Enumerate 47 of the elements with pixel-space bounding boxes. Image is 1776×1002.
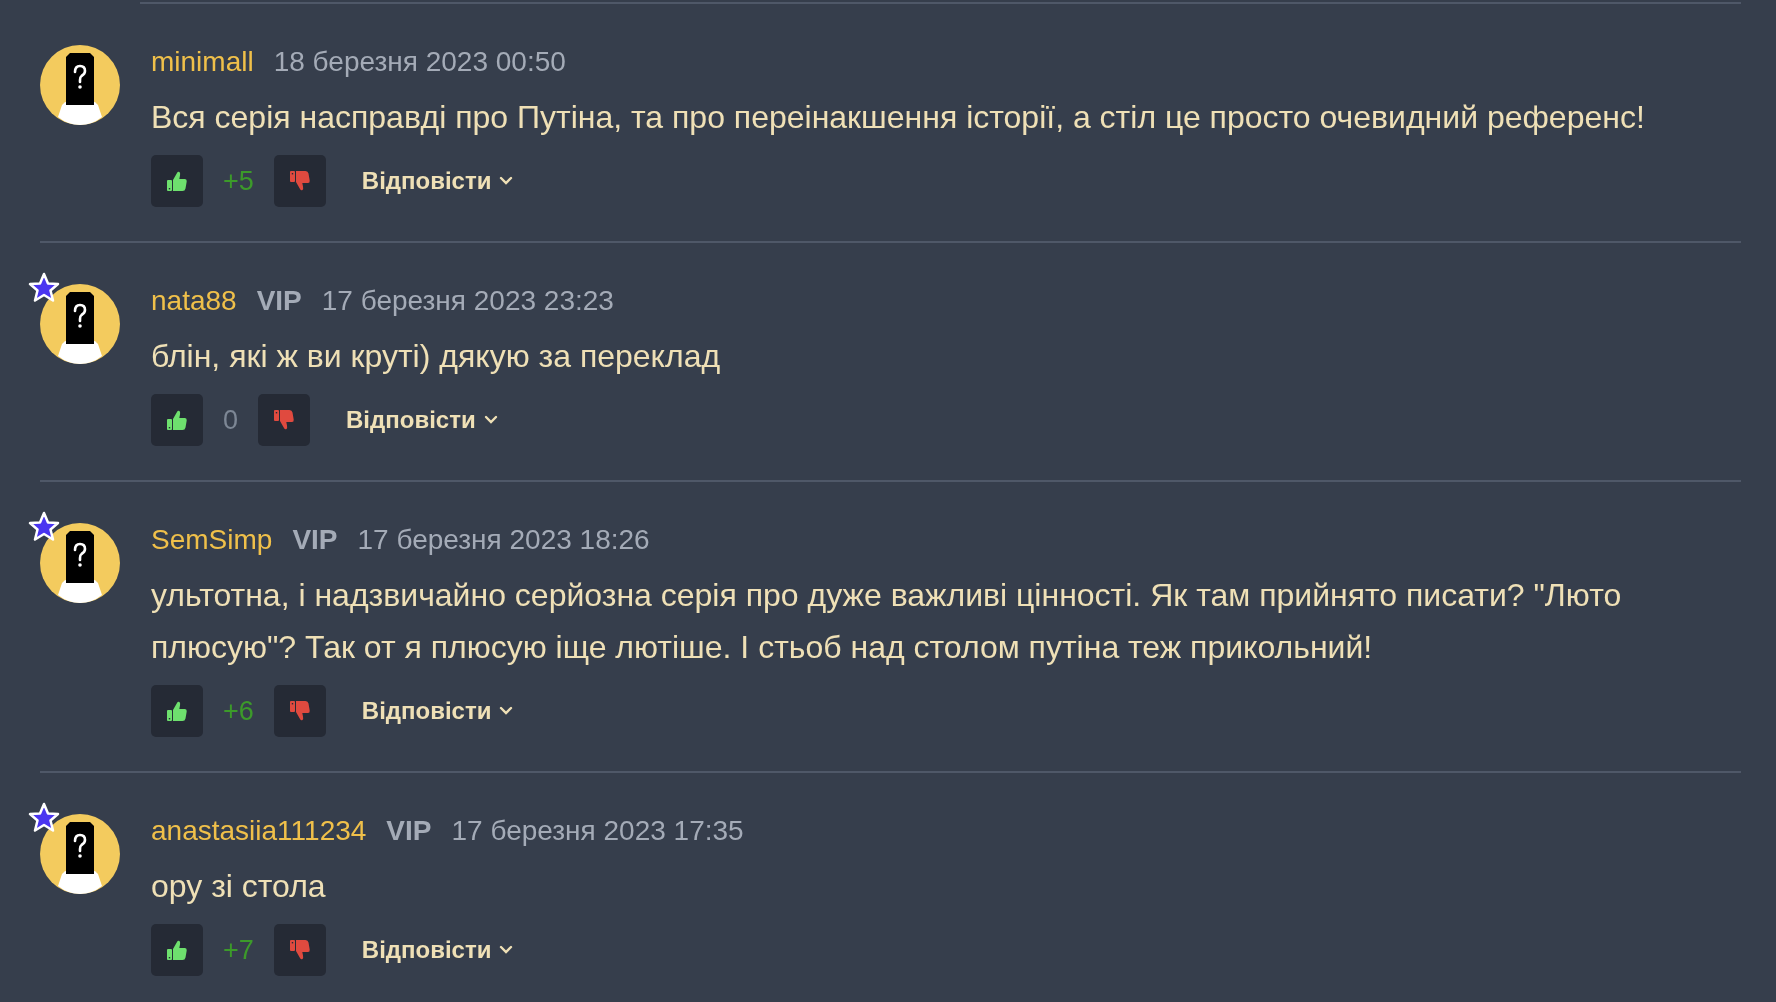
vote-score: 0 [223, 404, 239, 436]
vip-label: VIP [256, 284, 302, 318]
comment-date: 17 березня 2023 23:23 [321, 284, 614, 318]
chevron-down-icon [499, 706, 514, 716]
thumbs-down-icon [287, 699, 312, 723]
avatar-icon[interactable] [40, 45, 120, 125]
comment-date: 18 березня 2023 00:50 [273, 45, 566, 79]
dislike-button[interactable] [273, 924, 326, 976]
avatar-icon[interactable] [40, 814, 120, 894]
author-name[interactable]: minimall [151, 45, 254, 79]
author-name[interactable]: anastasiia111234 [151, 814, 367, 848]
dislike-button[interactable] [273, 685, 326, 737]
reply-button[interactable]: Відповісти [334, 400, 510, 440]
like-button[interactable] [151, 685, 203, 737]
dislike-button[interactable] [273, 155, 326, 207]
vote-score: +7 [223, 934, 254, 966]
dislike-button[interactable] [258, 394, 311, 446]
author-name[interactable]: nata88 [151, 284, 237, 318]
comment-text: ору зі стола [151, 867, 327, 906]
like-button[interactable] [151, 394, 203, 446]
thumbs-up-icon [165, 938, 189, 962]
comment-date: 17 березня 2023 18:26 [357, 523, 650, 557]
vip-label: VIP [292, 523, 338, 557]
vote-score: +5 [223, 165, 254, 197]
chevron-down-icon [499, 176, 514, 186]
reply-button[interactable]: Відповісти [349, 930, 526, 970]
thumbs-down-icon [287, 938, 312, 962]
like-button[interactable] [151, 924, 203, 976]
reply-button[interactable]: Відповісти [349, 161, 526, 201]
avatar-icon[interactable] [40, 523, 120, 603]
vip-label: VIP [386, 814, 432, 848]
thumbs-up-icon [165, 169, 189, 193]
thumbs-down-icon [272, 408, 297, 432]
comment-text: ультотна, і надзвичайно серйозна серія про дуже важливі цінності. Як там прийнято писати? "Люто плюсую"? Так от я плюсую іще лютіше. І стьоб над столом путіна теж прикольний! [151, 576, 1623, 667]
chevron-down-icon [483, 415, 498, 425]
chevron-down-icon [499, 945, 514, 955]
thumbs-up-icon [165, 408, 189, 432]
author-name[interactable]: SemSimp [151, 523, 273, 557]
reply-button[interactable]: Відповісти [349, 691, 526, 731]
vote-score: +6 [223, 695, 254, 727]
comment-text: блін, які ж ви круті) дякую за переклад [151, 337, 722, 376]
comment-date: 17 березня 2023 17:35 [451, 814, 744, 848]
like-button[interactable] [151, 155, 203, 207]
avatar-icon[interactable] [40, 284, 120, 364]
comment-text: Вся серія насправді про Путіна, та про переінакшення історії, а стіл це просто очевидний референс! [151, 98, 1646, 137]
thumbs-up-icon [165, 699, 189, 723]
thumbs-down-icon [287, 169, 312, 193]
